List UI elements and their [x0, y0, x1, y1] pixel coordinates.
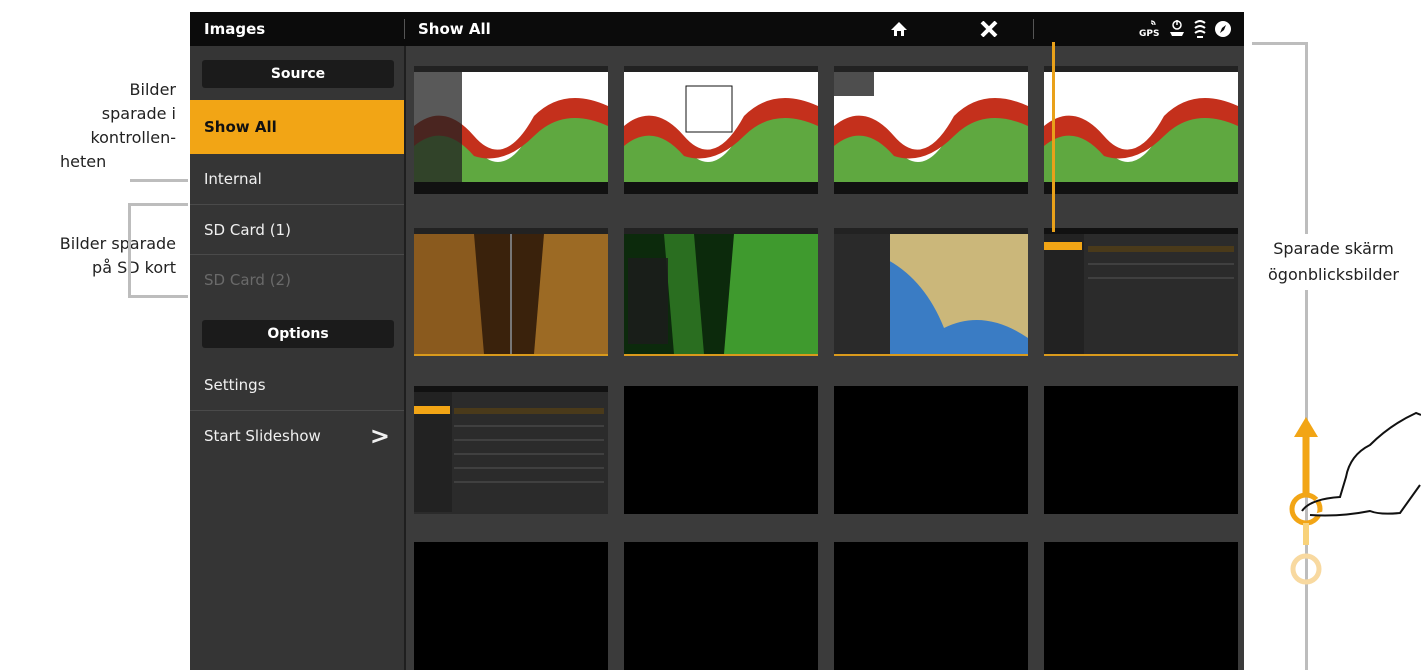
callout-line-vertical — [1305, 42, 1308, 234]
screenshot-thumbnail[interactable] — [414, 386, 608, 514]
options-header: Options — [202, 320, 394, 348]
window-subtitle: Show All — [418, 20, 491, 38]
screenshot-thumbnail[interactable] — [624, 542, 818, 670]
topbar-separator-right — [1033, 19, 1034, 39]
chevron-right-icon: > — [369, 422, 390, 450]
annotation-line: Bilder sparade — [59, 234, 176, 253]
annotation-line: på SD kort — [92, 258, 176, 277]
sonar-icon[interactable] — [1192, 18, 1208, 44]
callout-line-internal — [130, 179, 188, 182]
gps-label: GPS — [1139, 29, 1160, 39]
compass-icon[interactable] — [1214, 20, 1232, 42]
source-header: Source — [202, 60, 394, 88]
topbar-separator — [404, 19, 405, 39]
sidebar-item-start-slideshow[interactable]: Start Slideshow > — [190, 410, 404, 460]
screenshot-thumbnail[interactable] — [414, 542, 608, 670]
screenshot-thumbnail[interactable] — [834, 542, 1028, 670]
sidebar-item-label: Show All — [204, 118, 277, 136]
sidebar-item-label: Internal — [204, 170, 262, 188]
home-icon[interactable] — [890, 20, 908, 42]
sidebar-item-label: Start Slideshow — [204, 427, 321, 445]
screenshot-thumbnail[interactable] — [624, 228, 818, 356]
image-grid — [406, 46, 1244, 670]
screenshot-thumbnail[interactable] — [834, 386, 1028, 514]
screenshot-thumbnail[interactable] — [1044, 66, 1238, 194]
screenshot-thumbnail[interactable] — [834, 66, 1028, 194]
callout-line-top — [1252, 42, 1308, 45]
annotation-screenshots: Sparade skärm ögonblicksbilder — [1246, 236, 1421, 288]
device-screen: Images Show All GPS Source Show All Inte… — [190, 12, 1244, 670]
bracket-sdcard-bottom — [128, 295, 188, 298]
annotation-line: kontrollen- — [90, 128, 176, 147]
annotation-line: Bilder — [129, 80, 176, 99]
sidebar-item-sd-card-1[interactable]: SD Card (1) — [190, 204, 404, 254]
sidebar-item-label: SD Card (1) — [204, 221, 291, 239]
screenshot-thumbnail[interactable] — [414, 228, 608, 356]
sidebar-item-internal[interactable]: Internal — [190, 154, 404, 204]
power-eject-icon[interactable] — [1168, 19, 1186, 43]
screenshot-thumbnail[interactable] — [624, 66, 818, 194]
sidebar-item-sd-card-2: SD Card (2) — [190, 254, 404, 304]
sidebar-item-settings[interactable]: Settings — [190, 360, 404, 410]
annotation-sdcard: Bilder sparade på SD kort — [20, 232, 176, 280]
window-title: Images — [204, 20, 266, 38]
screenshot-thumbnail[interactable] — [834, 228, 1028, 356]
annotation-line: ögonblicksbilder — [1268, 265, 1399, 284]
screenshot-thumbnail[interactable] — [1044, 542, 1238, 670]
screenshot-thumbnail[interactable] — [624, 386, 818, 514]
annotation-internal: Bilder sparade i kontrollen- heten — [60, 78, 176, 174]
close-icon[interactable] — [980, 20, 998, 41]
scrollbar[interactable] — [1052, 42, 1055, 232]
bracket-sdcard-vert — [128, 203, 131, 298]
screenshot-thumbnail[interactable] — [1044, 228, 1238, 356]
top-bar: Images Show All GPS — [190, 12, 1244, 46]
sidebar: Source Show All Internal SD Card (1) SD … — [190, 46, 404, 670]
swipe-up-gesture-icon — [1289, 411, 1421, 585]
sidebar-item-show-all[interactable]: Show All — [190, 100, 404, 154]
gps-icon[interactable]: GPS — [1139, 19, 1159, 42]
sidebar-item-label: SD Card (2) — [204, 271, 291, 289]
annotation-line: heten — [60, 152, 107, 171]
annotation-line: Sparade skärm — [1273, 239, 1394, 258]
screenshot-thumbnail[interactable] — [1044, 386, 1238, 514]
annotation-line: sparade i — [101, 104, 176, 123]
screenshot-thumbnail[interactable] — [414, 66, 608, 194]
sidebar-item-label: Settings — [204, 376, 266, 394]
bracket-sdcard-top — [128, 203, 188, 206]
